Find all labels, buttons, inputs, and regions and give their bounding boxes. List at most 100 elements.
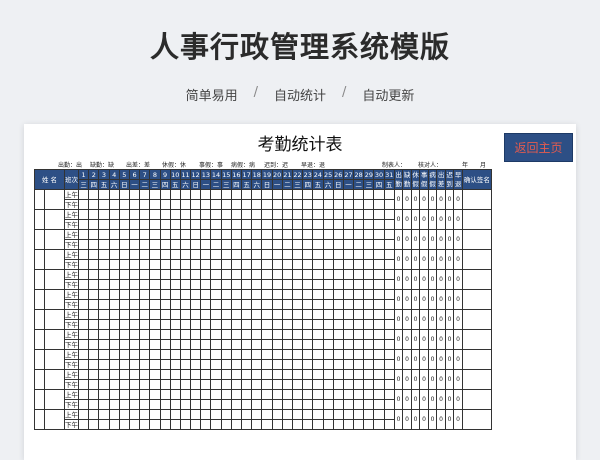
attendance-cell[interactable]: [342, 279, 355, 290]
attendance-cell[interactable]: [108, 279, 120, 290]
attendance-cell[interactable]: [373, 319, 385, 330]
attendance-cell[interactable]: [88, 199, 100, 210]
attendance-cell[interactable]: [251, 229, 263, 240]
attendance-cell[interactable]: [230, 289, 243, 300]
attendance-cell[interactable]: [332, 339, 344, 350]
attendance-cell[interactable]: [322, 199, 334, 210]
attendance-cell[interactable]: [291, 309, 304, 320]
attendance-cell[interactable]: [240, 369, 253, 380]
signature-cell[interactable]: [461, 369, 492, 390]
attendance-cell[interactable]: [291, 189, 304, 200]
attendance-cell[interactable]: [98, 229, 110, 240]
employee-name-cell[interactable]: [34, 269, 45, 290]
attendance-cell[interactable]: [149, 289, 161, 300]
attendance-cell[interactable]: [291, 389, 304, 400]
attendance-cell[interactable]: [210, 189, 222, 200]
attendance-cell[interactable]: [322, 279, 334, 290]
attendance-cell[interactable]: [179, 409, 192, 420]
attendance-cell[interactable]: [169, 389, 181, 400]
attendance-cell[interactable]: [261, 239, 273, 250]
attendance-cell[interactable]: [179, 219, 192, 230]
attendance-cell[interactable]: [200, 329, 212, 340]
attendance-cell[interactable]: [373, 249, 385, 260]
attendance-cell[interactable]: [210, 249, 222, 260]
attendance-cell[interactable]: [363, 409, 375, 420]
attendance-cell[interactable]: [353, 399, 365, 410]
attendance-cell[interactable]: [220, 229, 232, 240]
attendance-cell[interactable]: [200, 389, 212, 400]
attendance-cell[interactable]: [179, 329, 192, 340]
attendance-cell[interactable]: [363, 309, 375, 320]
attendance-cell[interactable]: [291, 289, 304, 300]
attendance-cell[interactable]: [230, 259, 243, 270]
attendance-cell[interactable]: [332, 419, 344, 430]
attendance-cell[interactable]: [149, 269, 161, 280]
attendance-cell[interactable]: [139, 189, 151, 200]
attendance-cell[interactable]: [98, 409, 110, 420]
attendance-cell[interactable]: [342, 199, 355, 210]
attendance-cell[interactable]: [363, 369, 375, 380]
attendance-cell[interactable]: [169, 319, 181, 330]
attendance-cell[interactable]: [179, 339, 192, 350]
attendance-cell[interactable]: [200, 219, 212, 230]
attendance-cell[interactable]: [98, 389, 110, 400]
attendance-cell[interactable]: [240, 259, 253, 270]
attendance-cell[interactable]: [230, 199, 243, 210]
attendance-cell[interactable]: [210, 369, 222, 380]
attendance-cell[interactable]: [108, 319, 120, 330]
attendance-cell[interactable]: [363, 249, 375, 260]
attendance-cell[interactable]: [179, 259, 192, 270]
attendance-cell[interactable]: [88, 349, 100, 360]
attendance-cell[interactable]: [383, 389, 395, 400]
attendance-cell[interactable]: [383, 299, 395, 310]
attendance-cell[interactable]: [118, 199, 130, 210]
attendance-cell[interactable]: [179, 359, 192, 370]
attendance-cell[interactable]: [118, 409, 130, 420]
attendance-cell[interactable]: [88, 289, 100, 300]
attendance-cell[interactable]: [230, 249, 243, 260]
attendance-cell[interactable]: [169, 419, 181, 430]
attendance-cell[interactable]: [322, 339, 334, 350]
attendance-cell[interactable]: [281, 299, 293, 310]
attendance-cell[interactable]: [342, 409, 355, 420]
attendance-cell[interactable]: [139, 349, 151, 360]
attendance-cell[interactable]: [128, 389, 141, 400]
attendance-cell[interactable]: [271, 339, 283, 350]
attendance-cell[interactable]: [240, 419, 253, 430]
attendance-cell[interactable]: [210, 339, 222, 350]
attendance-cell[interactable]: [230, 309, 243, 320]
attendance-cell[interactable]: [332, 189, 344, 200]
attendance-cell[interactable]: [353, 279, 365, 290]
attendance-cell[interactable]: [139, 229, 151, 240]
attendance-cell[interactable]: [139, 389, 151, 400]
attendance-cell[interactable]: [159, 389, 171, 400]
attendance-cell[interactable]: [383, 199, 395, 210]
attendance-cell[interactable]: [302, 199, 314, 210]
attendance-cell[interactable]: [139, 399, 151, 410]
attendance-cell[interactable]: [240, 209, 253, 220]
attendance-cell[interactable]: [302, 279, 314, 290]
attendance-cell[interactable]: [383, 279, 395, 290]
attendance-cell[interactable]: [322, 399, 334, 410]
employee-name-cell[interactable]: [44, 329, 65, 350]
attendance-cell[interactable]: [383, 259, 395, 270]
attendance-cell[interactable]: [118, 339, 130, 350]
attendance-cell[interactable]: [200, 339, 212, 350]
attendance-cell[interactable]: [271, 399, 283, 410]
attendance-cell[interactable]: [139, 359, 151, 370]
attendance-cell[interactable]: [108, 379, 120, 390]
attendance-cell[interactable]: [261, 219, 273, 230]
attendance-cell[interactable]: [322, 209, 334, 220]
attendance-cell[interactable]: [220, 399, 232, 410]
attendance-cell[interactable]: [322, 319, 334, 330]
attendance-cell[interactable]: [281, 209, 293, 220]
attendance-cell[interactable]: [128, 299, 141, 310]
attendance-cell[interactable]: [322, 409, 334, 420]
attendance-cell[interactable]: [118, 229, 130, 240]
attendance-cell[interactable]: [118, 299, 130, 310]
attendance-cell[interactable]: [342, 319, 355, 330]
attendance-cell[interactable]: [363, 349, 375, 360]
attendance-cell[interactable]: [332, 409, 344, 420]
attendance-cell[interactable]: [363, 319, 375, 330]
attendance-cell[interactable]: [261, 229, 273, 240]
